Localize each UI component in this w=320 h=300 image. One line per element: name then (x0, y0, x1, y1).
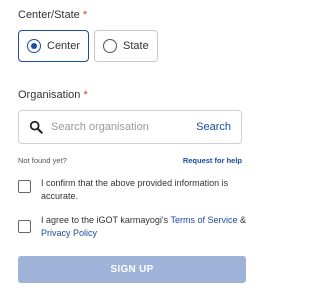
search-button[interactable]: Search (196, 121, 231, 133)
agree-prefix: I agree to the iGOT karmayogi's (41, 215, 171, 225)
search-icon (29, 120, 43, 134)
radio-selected-icon (27, 39, 41, 53)
confirm-row: I confirm that the above provided inform… (18, 177, 248, 203)
radio-unselected-icon (103, 39, 118, 53)
required-mark: * (83, 89, 88, 101)
terms-of-service-link[interactable]: Terms of Service (170, 215, 237, 225)
radio-center-label: Center (47, 40, 81, 52)
radio-center[interactable]: Center (18, 30, 90, 62)
center-state-label: Center/State * (18, 9, 87, 21)
privacy-policy-link[interactable]: Privacy Policy (41, 228, 97, 238)
agree-row: I agree to the iGOT karmayogi's Terms of… (18, 214, 248, 240)
center-state-label-text: Center/State (18, 9, 80, 21)
confirm-text: I confirm that the above provided inform… (41, 178, 229, 201)
not-found-text: Not found yet? (18, 156, 67, 165)
organisation-search-box: Search (18, 110, 242, 144)
organisation-search-input[interactable] (51, 121, 197, 133)
radio-state[interactable]: State (94, 30, 158, 62)
organisation-label-text: Organisation (18, 89, 81, 101)
required-mark: * (82, 9, 88, 21)
agree-and: & (237, 215, 246, 225)
request-help-link[interactable]: Request for help (183, 156, 242, 165)
signup-button[interactable]: SIGN UP (18, 256, 246, 283)
organisation-label: Organisation * (18, 89, 88, 101)
center-state-radio-group: Center State (18, 30, 158, 62)
confirm-checkbox[interactable] (18, 180, 31, 193)
agree-checkbox[interactable] (18, 220, 31, 233)
radio-state-label: State (123, 40, 149, 52)
agree-text: I agree to the iGOT karmayogi's Terms of… (41, 214, 248, 240)
